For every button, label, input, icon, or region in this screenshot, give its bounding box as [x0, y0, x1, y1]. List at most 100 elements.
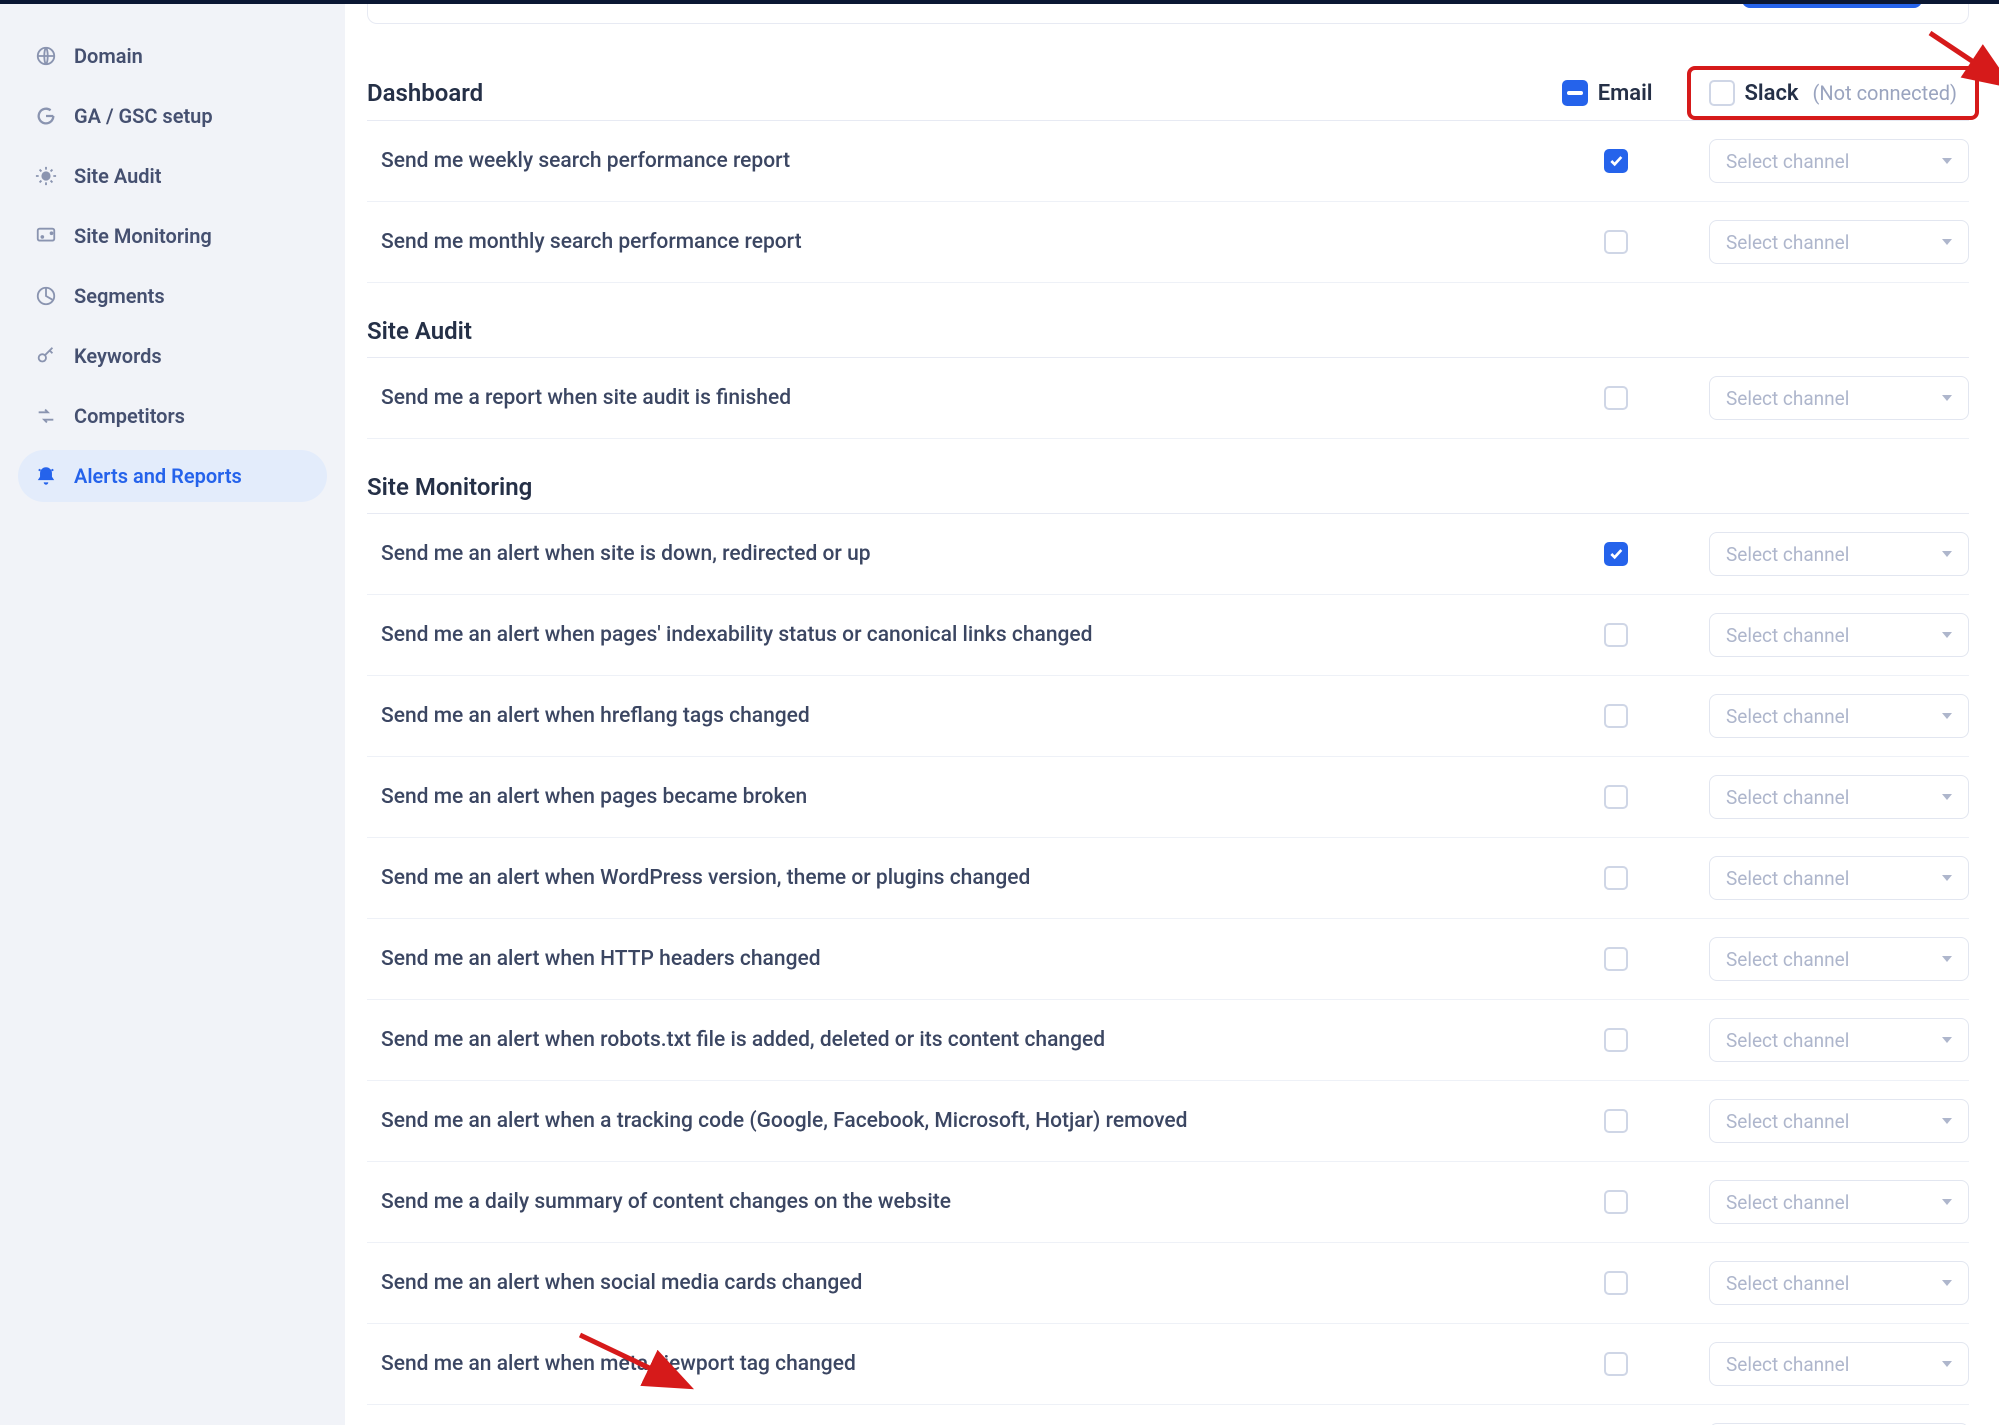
select-placeholder: Select channel	[1726, 1272, 1849, 1295]
alert-row: Send me an alert when social media cards…	[367, 1243, 1969, 1324]
slack-channel-select[interactable]: Select channel	[1709, 694, 1969, 738]
alert-label: Send me an alert when HTTP headers chang…	[367, 947, 1541, 971]
chevron-down-icon	[1942, 875, 1952, 881]
slack-channel-select[interactable]: Select channel	[1709, 1180, 1969, 1224]
email-column-label: Email	[1598, 81, 1653, 106]
sidebar-item-label: Keywords	[74, 344, 162, 368]
alert-label: Send me a daily summary of content chang…	[367, 1190, 1541, 1214]
slack-not-connected-note: (Not connected)	[1813, 81, 1957, 105]
top-card-fragment	[367, 0, 1969, 24]
alert-label: Send me weekly search performance report	[367, 149, 1541, 173]
alert-row: Send me an alert when WordPress version,…	[367, 838, 1969, 919]
globe-icon	[34, 44, 58, 68]
sidebar-item-competitors[interactable]: Competitors	[18, 390, 327, 442]
slack-channel-select[interactable]: Select channel	[1709, 1342, 1969, 1386]
select-placeholder: Select channel	[1726, 543, 1849, 566]
alert-label: Send me an alert when hreflang tags chan…	[367, 704, 1541, 728]
email-checkbox[interactable]	[1604, 1352, 1628, 1376]
email-checkbox[interactable]	[1604, 704, 1628, 728]
select-placeholder: Select channel	[1726, 387, 1849, 410]
chevron-down-icon	[1942, 632, 1952, 638]
main-panel: DashboardEmailSlack(Not connected)Send m…	[345, 0, 1999, 1425]
email-checkbox[interactable]	[1604, 1271, 1628, 1295]
alert-row: Send me an alert when the SSL certificat…	[367, 1405, 1969, 1425]
email-checkbox[interactable]	[1604, 1109, 1628, 1133]
alert-label: Send me an alert when pages' indexabilit…	[367, 623, 1541, 647]
slack-channel-select[interactable]: Select channel	[1709, 1018, 1969, 1062]
sidebar-item-alerts-and-reports[interactable]: Alerts and Reports	[18, 450, 327, 502]
g-logo-icon	[34, 104, 58, 128]
email-checkbox[interactable]	[1604, 866, 1628, 890]
chevron-down-icon	[1942, 1361, 1952, 1367]
email-checkbox[interactable]	[1604, 386, 1628, 410]
select-placeholder: Select channel	[1726, 1110, 1849, 1133]
column-slack: Slack(Not connected)	[1709, 80, 1958, 106]
key-icon	[34, 344, 58, 368]
chevron-down-icon	[1942, 1280, 1952, 1286]
chevron-down-icon	[1942, 551, 1952, 557]
select-placeholder: Select channel	[1726, 786, 1849, 809]
sidebar-item-label: Competitors	[74, 404, 185, 428]
section-title: Site Monitoring	[367, 439, 1969, 514]
chevron-down-icon	[1942, 158, 1952, 164]
slack-channel-select[interactable]: Select channel	[1709, 220, 1969, 264]
sidebar-item-ga-gsc-setup[interactable]: GA / GSC setup	[18, 90, 327, 142]
chevron-down-icon	[1942, 1199, 1952, 1205]
select-placeholder: Select channel	[1726, 948, 1849, 971]
alert-row: Send me an alert when HTTP headers chang…	[367, 919, 1969, 1000]
alert-row: Send me an alert when a tracking code (G…	[367, 1081, 1969, 1162]
select-placeholder: Select channel	[1726, 1191, 1849, 1214]
slack-channel-select[interactable]: Select channel	[1709, 532, 1969, 576]
chevron-down-icon	[1942, 395, 1952, 401]
slack-channel-select[interactable]: Select channel	[1709, 1099, 1969, 1143]
email-checkbox[interactable]	[1604, 542, 1628, 566]
primary-button-fragment[interactable]	[1742, 0, 1922, 8]
email-checkbox[interactable]	[1604, 623, 1628, 647]
chevron-down-icon	[1942, 794, 1952, 800]
sidebar-item-domain[interactable]: Domain	[18, 30, 327, 82]
email-checkbox[interactable]	[1604, 947, 1628, 971]
email-checkbox[interactable]	[1604, 1190, 1628, 1214]
alert-row: Send me an alert when hreflang tags chan…	[367, 676, 1969, 757]
sidebar-item-segments[interactable]: Segments	[18, 270, 327, 322]
alert-label: Send me an alert when WordPress version,…	[367, 866, 1541, 890]
alert-label: Send me an alert when a tracking code (G…	[367, 1109, 1541, 1133]
slack-channel-select[interactable]: Select channel	[1709, 376, 1969, 420]
select-placeholder: Select channel	[1726, 624, 1849, 647]
slack-channel-select[interactable]: Select channel	[1709, 1261, 1969, 1305]
alert-label: Send me an alert when site is down, redi…	[367, 542, 1541, 566]
slack-channel-select[interactable]: Select channel	[1709, 856, 1969, 900]
slack-channel-select[interactable]: Select channel	[1709, 139, 1969, 183]
sidebar-item-label: Site Audit	[74, 164, 161, 188]
select-placeholder: Select channel	[1726, 867, 1849, 890]
slack-channel-select[interactable]: Select channel	[1709, 775, 1969, 819]
chevron-down-icon	[1942, 1037, 1952, 1043]
slack-master-checkbox[interactable]	[1709, 80, 1735, 106]
bug-icon	[34, 164, 58, 188]
sidebar-item-label: GA / GSC setup	[74, 104, 213, 128]
monitor-icon	[34, 224, 58, 248]
email-checkbox[interactable]	[1604, 785, 1628, 809]
email-checkbox[interactable]	[1604, 230, 1628, 254]
slack-column-highlight: Slack(Not connected)	[1687, 66, 1980, 120]
compare-icon	[34, 404, 58, 428]
email-master-checkbox[interactable]	[1562, 80, 1588, 106]
alert-label: Send me an alert when robots.txt file is…	[367, 1028, 1541, 1052]
section-title: Site Audit	[367, 283, 1969, 358]
email-checkbox[interactable]	[1604, 1028, 1628, 1052]
alert-label: Send me monthly search performance repor…	[367, 230, 1541, 254]
sidebar-item-site-monitoring[interactable]: Site Monitoring	[18, 210, 327, 262]
sidebar-item-label: Segments	[74, 284, 165, 308]
sidebar-item-site-audit[interactable]: Site Audit	[18, 150, 327, 202]
alert-row: Send me weekly search performance report…	[367, 121, 1969, 202]
chevron-down-icon	[1942, 956, 1952, 962]
email-checkbox[interactable]	[1604, 149, 1628, 173]
sidebar: Domain GA / GSC setup Site Audit Site Monit…	[0, 0, 345, 1425]
sidebar-item-label: Domain	[74, 44, 143, 68]
slack-channel-select[interactable]: Select channel	[1709, 937, 1969, 981]
select-placeholder: Select channel	[1726, 705, 1849, 728]
sidebar-item-keywords[interactable]: Keywords	[18, 330, 327, 382]
slack-channel-select[interactable]: Select channel	[1709, 613, 1969, 657]
alert-row: Send me an alert when meta viewport tag …	[367, 1324, 1969, 1405]
alert-label: Send me a report when site audit is fini…	[367, 386, 1541, 410]
